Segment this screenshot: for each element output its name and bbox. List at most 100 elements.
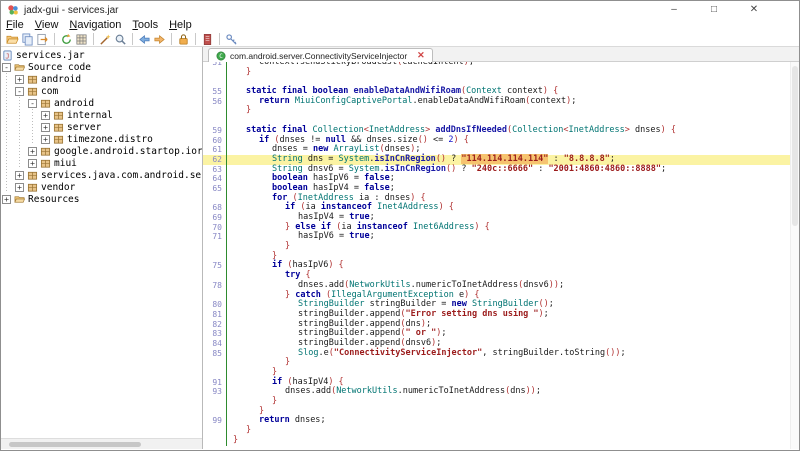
forward-icon[interactable] bbox=[152, 32, 167, 46]
tree-guide-line bbox=[2, 133, 15, 145]
tree-guide-line bbox=[2, 73, 15, 85]
expand-icon[interactable]: + bbox=[15, 183, 24, 192]
code-line: 99return dnses; bbox=[203, 416, 799, 426]
code-line: } bbox=[203, 242, 799, 252]
menu-view[interactable]: View bbox=[35, 19, 59, 32]
back-icon[interactable] bbox=[137, 32, 152, 46]
tree-node-label: Resources bbox=[28, 194, 79, 205]
title-bar: jadx-gui - services.jar – □ ✕ bbox=[1, 1, 799, 19]
tab-connectivity-service-injector[interactable]: C com.android.server.ConnectivityService… bbox=[208, 48, 433, 62]
tab-close-icon[interactable]: ✕ bbox=[417, 50, 425, 61]
tree-node-label: services.java.com.android.server. bbox=[41, 170, 202, 181]
code-text bbox=[228, 116, 233, 126]
export-icon[interactable] bbox=[35, 32, 50, 46]
expand-icon[interactable]: + bbox=[41, 123, 50, 132]
expand-icon[interactable]: + bbox=[41, 135, 50, 144]
code-lines: 51context.sendStickyBroadcast(cachedInte… bbox=[203, 62, 799, 446]
line-number: 75 bbox=[203, 261, 227, 271]
tree-node-miui[interactable]: +miui bbox=[1, 157, 202, 169]
tree-node-google-android-startop-iorap[interactable]: + google.android.startop.iorap bbox=[1, 145, 202, 157]
menu-file[interactable]: File bbox=[6, 19, 24, 32]
line-number: 63 bbox=[203, 165, 227, 175]
tree-node-android[interactable]: +android bbox=[1, 73, 202, 85]
toolbar bbox=[1, 32, 799, 47]
code-editor[interactable]: 51context.sendStickyBroadcast(cachedInte… bbox=[203, 62, 799, 449]
line-number: 59 bbox=[203, 126, 227, 136]
expand-icon[interactable]: + bbox=[41, 111, 50, 120]
tree-node-internal[interactable]: + internal bbox=[1, 109, 202, 121]
package-icon bbox=[27, 74, 38, 85]
text-search-icon[interactable] bbox=[113, 32, 128, 46]
folder-icon bbox=[14, 62, 25, 73]
code-line: } bbox=[203, 426, 799, 436]
tree-node-com[interactable]: - com bbox=[1, 85, 202, 97]
save-all-icon[interactable] bbox=[20, 32, 35, 46]
package-icon bbox=[53, 110, 64, 121]
tree-node-timezone-distro[interactable]: +timezone.distro bbox=[1, 133, 202, 145]
code-text: } bbox=[228, 252, 277, 262]
tree-node-resources[interactable]: + Resources bbox=[1, 193, 202, 205]
menu-tools[interactable]: Tools bbox=[132, 19, 158, 32]
tree-node-android[interactable]: -android bbox=[1, 97, 202, 109]
expand-icon[interactable]: + bbox=[2, 195, 11, 204]
menu-help[interactable]: Help bbox=[169, 19, 192, 32]
lock-icon[interactable] bbox=[176, 32, 191, 46]
tree-guide-line bbox=[2, 157, 15, 169]
main-split: Jservices.jar-Source code+android-com-an… bbox=[1, 47, 799, 449]
tree-node-label: internal bbox=[67, 110, 113, 121]
tree-node-vendor[interactable]: + vendor bbox=[1, 181, 202, 193]
menu-navigation[interactable]: Navigation bbox=[69, 19, 121, 32]
close-button[interactable]: ✕ bbox=[734, 1, 774, 19]
deobfuscation-wand-icon[interactable] bbox=[98, 32, 113, 46]
log-viewer-icon[interactable] bbox=[200, 32, 215, 46]
expand-icon[interactable]: + bbox=[15, 75, 24, 84]
tree-node-source-code[interactable]: -Source code bbox=[1, 61, 202, 73]
tree-node-services-java-com-android-server-[interactable]: + services.java.com.android.server. bbox=[1, 169, 202, 181]
tree-node-label: vendor bbox=[41, 182, 75, 193]
jar-icon: J bbox=[2, 50, 13, 61]
open-file-icon[interactable] bbox=[5, 32, 20, 46]
collapse-icon[interactable]: - bbox=[2, 63, 11, 72]
code-vscrollbar-thumb[interactable] bbox=[792, 66, 798, 226]
line-number: 60 bbox=[203, 136, 227, 146]
code-text: } bbox=[228, 106, 251, 116]
line-number bbox=[203, 291, 227, 301]
package-icon bbox=[27, 182, 38, 193]
expand-icon[interactable]: + bbox=[28, 147, 37, 156]
tree-horizontal-scrollbar[interactable] bbox=[1, 438, 202, 449]
flat-packages-icon[interactable] bbox=[74, 32, 89, 46]
code-line: } bbox=[203, 358, 799, 368]
tree-guide-line bbox=[15, 145, 28, 157]
maximize-button[interactable]: □ bbox=[694, 1, 734, 19]
code-line: 93dnses.add(NetworkUtils.numericToInetAd… bbox=[203, 387, 799, 397]
tree-guide-line bbox=[2, 85, 15, 97]
tree-node-server[interactable]: +server bbox=[1, 121, 202, 133]
line-number: 78 bbox=[203, 281, 227, 291]
editor-pane: C com.android.server.ConnectivityService… bbox=[203, 47, 799, 449]
line-number: 70 bbox=[203, 223, 227, 233]
code-text: context.sendStickyBroadcast(cachedIntent… bbox=[228, 62, 474, 68]
tree-node-label: google.android.startop.iorap bbox=[54, 146, 202, 157]
code-text: } bbox=[228, 68, 251, 78]
line-number bbox=[203, 68, 227, 78]
minimize-button[interactable]: – bbox=[654, 1, 694, 19]
code-line: 82stringBuilder.append(dns); bbox=[203, 320, 799, 330]
line-number bbox=[203, 397, 227, 407]
line-number bbox=[203, 358, 227, 368]
code-vertical-scrollbar[interactable] bbox=[790, 62, 799, 449]
code-line: } bbox=[203, 68, 799, 78]
code-text bbox=[228, 77, 233, 87]
collapse-icon[interactable]: - bbox=[15, 87, 24, 96]
expand-icon[interactable]: + bbox=[15, 171, 24, 180]
tree-hscrollbar-thumb[interactable] bbox=[9, 442, 141, 447]
line-number bbox=[203, 407, 227, 417]
tree-node-services-jar[interactable]: Jservices.jar bbox=[1, 49, 202, 61]
tree-node-label: com bbox=[41, 86, 58, 97]
reload-icon[interactable] bbox=[59, 32, 74, 46]
line-number: 61 bbox=[203, 145, 227, 155]
expand-icon[interactable]: + bbox=[28, 159, 37, 168]
toolbar-separator bbox=[132, 33, 133, 45]
window-title: jadx-gui - services.jar bbox=[24, 5, 118, 16]
preferences-icon[interactable] bbox=[224, 32, 239, 46]
collapse-icon[interactable]: - bbox=[28, 99, 37, 108]
